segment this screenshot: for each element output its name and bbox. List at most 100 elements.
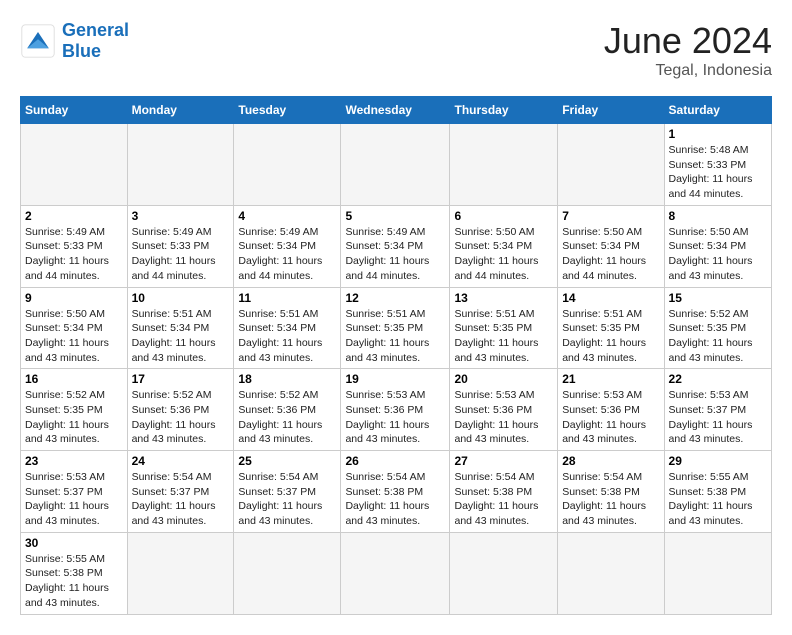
calendar-week-3: 16Sunrise: 5:52 AMSunset: 5:35 PMDayligh… bbox=[21, 369, 772, 451]
calendar-cell: 20Sunrise: 5:53 AMSunset: 5:36 PMDayligh… bbox=[450, 369, 558, 451]
day-info: Sunrise: 5:51 AMSunset: 5:35 PMDaylight:… bbox=[454, 307, 553, 366]
calendar-cell: 17Sunrise: 5:52 AMSunset: 5:36 PMDayligh… bbox=[127, 369, 234, 451]
day-info: Sunrise: 5:50 AMSunset: 5:34 PMDaylight:… bbox=[669, 225, 767, 284]
day-info: Sunrise: 5:51 AMSunset: 5:34 PMDaylight:… bbox=[132, 307, 230, 366]
day-info: Sunrise: 5:49 AMSunset: 5:33 PMDaylight:… bbox=[25, 225, 123, 284]
calendar-cell: 26Sunrise: 5:54 AMSunset: 5:38 PMDayligh… bbox=[341, 451, 450, 533]
calendar-cell: 1 Sunrise: 5:48 AMSunset: 5:33 PMDaylight… bbox=[664, 124, 771, 206]
weekday-header-sunday: Sunday bbox=[21, 97, 128, 124]
calendar-table: SundayMondayTuesdayWednesdayThursdayFrid… bbox=[20, 96, 772, 615]
day-number: 18 bbox=[238, 372, 336, 386]
day-number: 14 bbox=[562, 291, 659, 305]
day-info: Sunrise: 5:52 AMSunset: 5:36 PMDaylight:… bbox=[132, 388, 230, 447]
day-number: 26 bbox=[345, 454, 445, 468]
day-number: 15 bbox=[669, 291, 767, 305]
calendar-cell: 16Sunrise: 5:52 AMSunset: 5:35 PMDayligh… bbox=[21, 369, 128, 451]
day-info: Sunrise: 5:53 AMSunset: 5:36 PMDaylight:… bbox=[562, 388, 659, 447]
day-number: 7 bbox=[562, 209, 659, 223]
calendar-cell: 15 Sunrise: 5:52 AMSunset: 5:35 PMDayligh… bbox=[664, 287, 771, 369]
calendar-cell: 5 Sunrise: 5:49 AMSunset: 5:34 PMDaylight… bbox=[341, 205, 450, 287]
title-block: June 2024 Tegal, Indonesia bbox=[604, 20, 772, 80]
calendar-cell: 10 Sunrise: 5:51 AMSunset: 5:34 PMDayligh… bbox=[127, 287, 234, 369]
day-number: 6 bbox=[454, 209, 553, 223]
calendar-cell: 22Sunrise: 5:53 AMSunset: 5:37 PMDayligh… bbox=[664, 369, 771, 451]
calendar-cell bbox=[341, 124, 450, 206]
day-number: 3 bbox=[132, 209, 230, 223]
day-info: Sunrise: 5:50 AMSunset: 5:34 PMDaylight:… bbox=[454, 225, 553, 284]
calendar-cell: 19 Sunrise: 5:53 AMSunset: 5:36 PMDayligh… bbox=[341, 369, 450, 451]
calendar-week-1: 2Sunrise: 5:49 AMSunset: 5:33 PMDaylight… bbox=[21, 205, 772, 287]
day-info: Sunrise: 5:50 AMSunset: 5:34 PMDaylight:… bbox=[25, 307, 123, 366]
calendar-week-4: 23Sunrise: 5:53 AMSunset: 5:37 PMDayligh… bbox=[21, 451, 772, 533]
day-number: 5 bbox=[345, 209, 445, 223]
calendar-cell: 12 Sunrise: 5:51 AMSunset: 5:35 PMDayligh… bbox=[341, 287, 450, 369]
day-number: 4 bbox=[238, 209, 336, 223]
calendar-cell: 30Sunrise: 5:55 AMSunset: 5:38 PMDayligh… bbox=[21, 532, 128, 614]
calendar-cell: 28Sunrise: 5:54 AMSunset: 5:38 PMDayligh… bbox=[558, 451, 664, 533]
calendar-cell bbox=[558, 532, 664, 614]
calendar-cell bbox=[558, 124, 664, 206]
weekday-header-wednesday: Wednesday bbox=[341, 97, 450, 124]
day-number: 24 bbox=[132, 454, 230, 468]
day-number: 16 bbox=[25, 372, 123, 386]
calendar-cell: 11Sunrise: 5:51 AMSunset: 5:34 PMDayligh… bbox=[234, 287, 341, 369]
day-info: Sunrise: 5:55 AMSunset: 5:38 PMDaylight:… bbox=[669, 470, 767, 529]
calendar-cell bbox=[21, 124, 128, 206]
weekday-header-friday: Friday bbox=[558, 97, 664, 124]
calendar-cell bbox=[450, 124, 558, 206]
day-info: Sunrise: 5:54 AMSunset: 5:38 PMDaylight:… bbox=[454, 470, 553, 529]
day-info: Sunrise: 5:54 AMSunset: 5:37 PMDaylight:… bbox=[238, 470, 336, 529]
day-info: Sunrise: 5:53 AMSunset: 5:36 PMDaylight:… bbox=[345, 388, 445, 447]
calendar-cell bbox=[341, 532, 450, 614]
weekday-header-saturday: Saturday bbox=[664, 97, 771, 124]
calendar-cell: 7 Sunrise: 5:50 AMSunset: 5:34 PMDaylight… bbox=[558, 205, 664, 287]
day-info: Sunrise: 5:54 AMSunset: 5:37 PMDaylight:… bbox=[132, 470, 230, 529]
calendar-cell: 23Sunrise: 5:53 AMSunset: 5:37 PMDayligh… bbox=[21, 451, 128, 533]
day-info: Sunrise: 5:54 AMSunset: 5:38 PMDaylight:… bbox=[562, 470, 659, 529]
day-number: 22 bbox=[669, 372, 767, 386]
day-info: Sunrise: 5:48 AMSunset: 5:33 PMDaylight:… bbox=[669, 143, 767, 202]
calendar-cell: 21Sunrise: 5:53 AMSunset: 5:36 PMDayligh… bbox=[558, 369, 664, 451]
month-year-title: June 2024 bbox=[604, 20, 772, 62]
day-number: 13 bbox=[454, 291, 553, 305]
calendar-cell: 3Sunrise: 5:49 AMSunset: 5:33 PMDaylight… bbox=[127, 205, 234, 287]
day-number: 29 bbox=[669, 454, 767, 468]
calendar-cell: 27 Sunrise: 5:54 AMSunset: 5:38 PMDayligh… bbox=[450, 451, 558, 533]
logo-icon bbox=[20, 23, 56, 59]
location-subtitle: Tegal, Indonesia bbox=[604, 62, 772, 80]
logo-text: GeneralBlue bbox=[62, 20, 129, 62]
day-info: Sunrise: 5:50 AMSunset: 5:34 PMDaylight:… bbox=[562, 225, 659, 284]
calendar-cell: 25Sunrise: 5:54 AMSunset: 5:37 PMDayligh… bbox=[234, 451, 341, 533]
day-number: 10 bbox=[132, 291, 230, 305]
day-info: Sunrise: 5:51 AMSunset: 5:35 PMDaylight:… bbox=[345, 307, 445, 366]
calendar-cell: 4Sunrise: 5:49 AMSunset: 5:34 PMDaylight… bbox=[234, 205, 341, 287]
day-number: 19 bbox=[345, 372, 445, 386]
day-info: Sunrise: 5:53 AMSunset: 5:36 PMDaylight:… bbox=[454, 388, 553, 447]
calendar-week-2: 9Sunrise: 5:50 AMSunset: 5:34 PMDaylight… bbox=[21, 287, 772, 369]
calendar-cell bbox=[664, 532, 771, 614]
page-header: GeneralBlue June 2024 Tegal, Indonesia bbox=[20, 20, 772, 80]
calendar-week-0: 1 Sunrise: 5:48 AMSunset: 5:33 PMDaylight… bbox=[21, 124, 772, 206]
day-number: 1 bbox=[669, 127, 767, 141]
calendar-cell: 13 Sunrise: 5:51 AMSunset: 5:35 PMDayligh… bbox=[450, 287, 558, 369]
calendar-cell: 8 Sunrise: 5:50 AMSunset: 5:34 PMDaylight… bbox=[664, 205, 771, 287]
calendar-cell bbox=[234, 124, 341, 206]
logo: GeneralBlue bbox=[20, 20, 129, 62]
weekday-header-monday: Monday bbox=[127, 97, 234, 124]
day-number: 23 bbox=[25, 454, 123, 468]
calendar-cell bbox=[127, 124, 234, 206]
day-number: 8 bbox=[669, 209, 767, 223]
day-info: Sunrise: 5:49 AMSunset: 5:34 PMDaylight:… bbox=[345, 225, 445, 284]
calendar-cell: 24 Sunrise: 5:54 AMSunset: 5:37 PMDayligh… bbox=[127, 451, 234, 533]
day-number: 12 bbox=[345, 291, 445, 305]
calendar-week-5: 30Sunrise: 5:55 AMSunset: 5:38 PMDayligh… bbox=[21, 532, 772, 614]
calendar-cell: 6 Sunrise: 5:50 AMSunset: 5:34 PMDaylight… bbox=[450, 205, 558, 287]
day-info: Sunrise: 5:51 AMSunset: 5:35 PMDaylight:… bbox=[562, 307, 659, 366]
day-info: Sunrise: 5:52 AMSunset: 5:35 PMDaylight:… bbox=[669, 307, 767, 366]
weekday-header-thursday: Thursday bbox=[450, 97, 558, 124]
calendar-cell: 18Sunrise: 5:52 AMSunset: 5:36 PMDayligh… bbox=[234, 369, 341, 451]
day-number: 27 bbox=[454, 454, 553, 468]
day-info: Sunrise: 5:55 AMSunset: 5:38 PMDaylight:… bbox=[25, 552, 123, 611]
day-info: Sunrise: 5:51 AMSunset: 5:34 PMDaylight:… bbox=[238, 307, 336, 366]
weekday-header-row: SundayMondayTuesdayWednesdayThursdayFrid… bbox=[21, 97, 772, 124]
